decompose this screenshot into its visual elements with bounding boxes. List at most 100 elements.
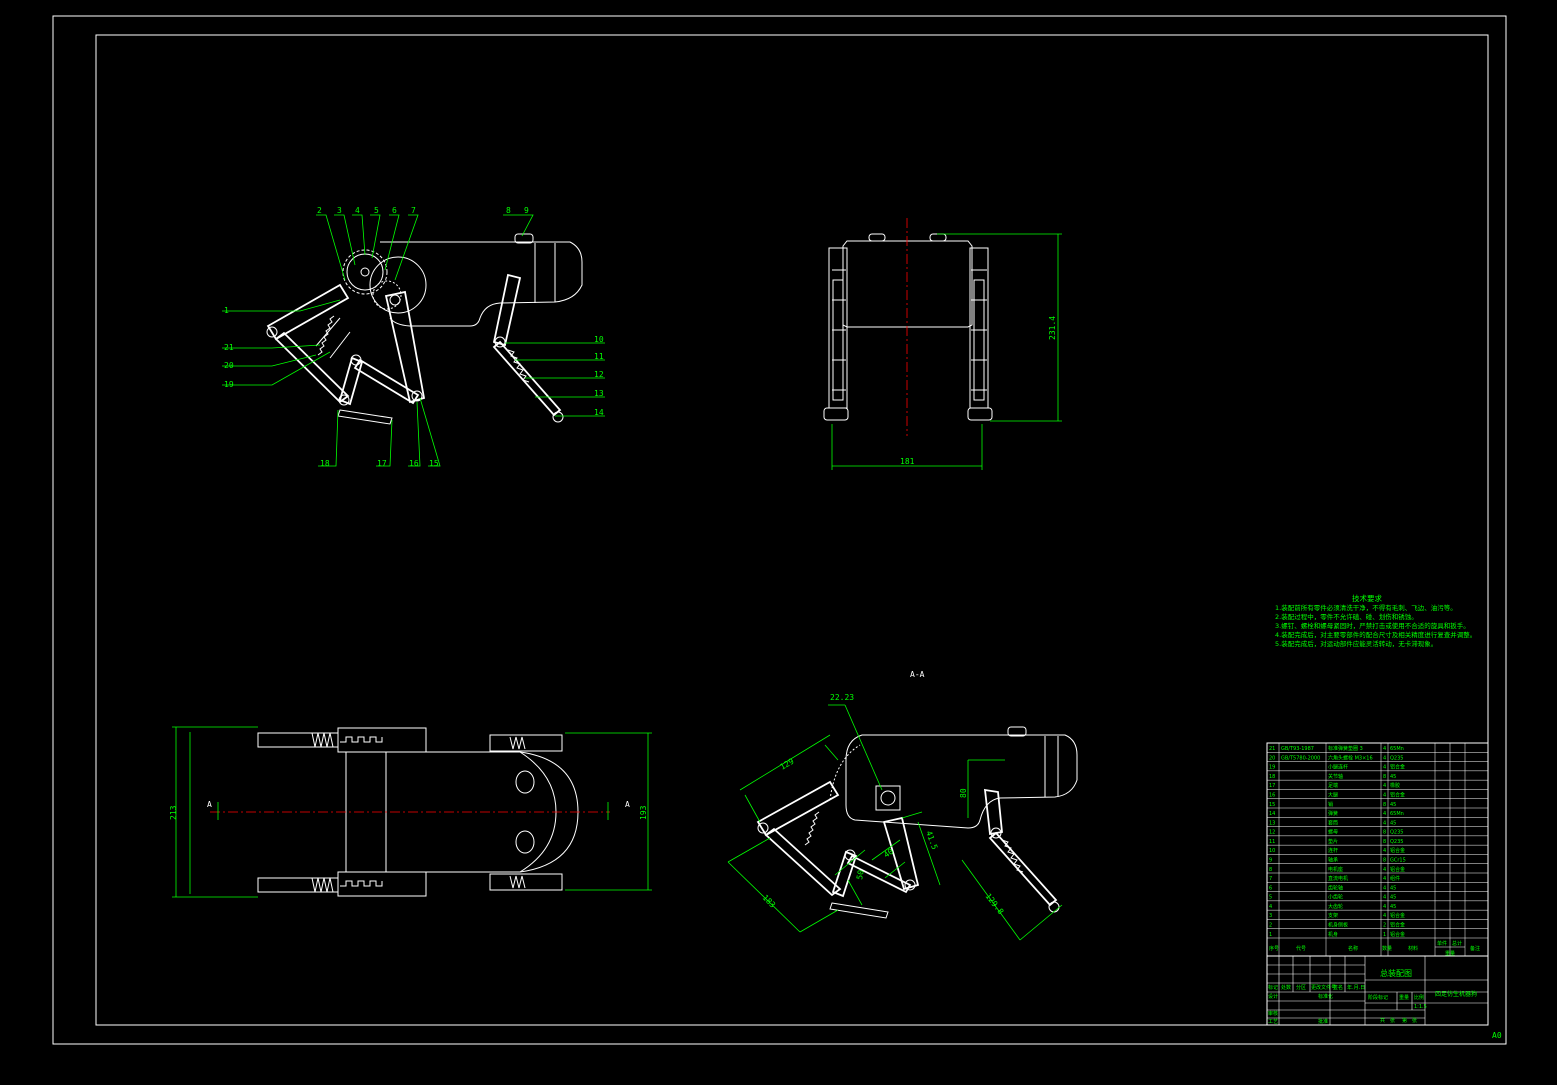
- section-view: A-A 22.23 129 183 50 40 80 41.5 129.8: [727, 670, 1078, 941]
- dim-height-231: 231.4: [1048, 316, 1057, 340]
- section-spring: [804, 811, 820, 846]
- section-label-right: A: [625, 800, 630, 809]
- bom-cell-material: 橡胶: [1390, 782, 1400, 789]
- bom-cell-no: 6: [1269, 885, 1272, 891]
- balloon-13: 13: [594, 389, 604, 398]
- top-view: 213 193 A A: [169, 726, 652, 898]
- balloon-15: 15: [429, 459, 439, 468]
- bom-cell-name: 大齿轮: [1328, 903, 1343, 910]
- bom-cell-name: 销: [1328, 801, 1333, 808]
- bom-cell-name: 大腿: [1328, 792, 1338, 799]
- bom-cell-qty: 4: [1383, 765, 1386, 771]
- dim-41-5: 41.5: [924, 830, 939, 851]
- balloon-3: 3: [337, 206, 342, 215]
- tb-review: 审核: [1268, 1010, 1278, 1017]
- bom-cell-material: 铝合金: [1390, 912, 1405, 919]
- bom-cell-qty: 4: [1383, 783, 1386, 789]
- bom-header-mat: 材料: [1408, 945, 1418, 952]
- large-gear: [342, 249, 388, 295]
- bom-cell-name: 小腿连杆: [1328, 764, 1348, 771]
- tb-count: 处数: [1281, 984, 1291, 991]
- outer-border: [52, 15, 1507, 1045]
- front-view-body: [842, 240, 973, 328]
- bom-cell-material: 45: [1390, 885, 1396, 891]
- bom-cell-name: 机身侧板: [1328, 922, 1348, 929]
- section-body: [845, 734, 1078, 829]
- bom-cell-no: 15: [1269, 802, 1275, 808]
- bom-cell-name: 电机座: [1328, 866, 1343, 873]
- front-link-a: [338, 356, 364, 406]
- bom-header-single: 单件: [1437, 940, 1447, 947]
- section-title: A-A: [910, 670, 925, 679]
- tb-stage: 阶段标记: [1368, 994, 1388, 1001]
- bom-cell-no: 8: [1269, 867, 1272, 873]
- bom-cell-qty: 4: [1383, 755, 1386, 761]
- drawing-name: 总装配图: [1380, 968, 1412, 978]
- bom-cell-material: 45: [1390, 802, 1396, 808]
- dim-193: 193: [639, 805, 648, 820]
- bom-header-name: 名称: [1348, 945, 1358, 952]
- bom-cell-material: 45: [1390, 820, 1396, 826]
- bom-cell-qty: 8: [1383, 802, 1386, 808]
- front-spring: [317, 315, 335, 356]
- tb-sign: 签名: [1333, 984, 1343, 991]
- bom-cell-material: 铝合金: [1390, 922, 1405, 929]
- tb-total-sheets: 共: [1380, 1017, 1385, 1024]
- bom-header-code: 代号: [1296, 945, 1306, 952]
- product-name: 四足仿生机器狗: [1435, 990, 1477, 998]
- bom-cell-material: 45: [1390, 774, 1396, 780]
- dim-129: 129: [779, 757, 796, 772]
- bom-cell-no: 19: [1269, 765, 1275, 771]
- bom-cell-qty: 4: [1383, 811, 1386, 817]
- front-foot-plate: [337, 409, 393, 425]
- bom-cell-no: 7: [1269, 876, 1272, 882]
- bom-cell-name: 套筒: [1328, 819, 1338, 826]
- tb-weight: 重量: [1399, 994, 1409, 1001]
- bom-cell-qty: 4: [1383, 820, 1386, 826]
- bom-cell-qty: 2: [1383, 923, 1386, 929]
- bom-cell-material: Q235: [1390, 839, 1403, 845]
- bom-cell-material: 铝合金: [1390, 792, 1405, 799]
- balloon-6: 6: [392, 206, 397, 215]
- dim-40: 40: [882, 847, 895, 860]
- tb-sheets-1: 张: [1390, 1017, 1395, 1024]
- bom-cell-no: 5: [1269, 895, 1272, 901]
- bom-cell-no: 16: [1269, 793, 1275, 799]
- bom-cell-material: 组件: [1390, 875, 1400, 882]
- bom-cell-name: 关节轴: [1328, 773, 1343, 780]
- tb-scale: 比例: [1414, 994, 1424, 1001]
- balloon-11: 11: [594, 352, 604, 361]
- bom-cell-material: Q235: [1390, 830, 1403, 836]
- balloon-1: 1: [224, 306, 229, 315]
- bom-cell-qty: 4: [1383, 746, 1386, 752]
- balloon-4: 4: [355, 206, 360, 215]
- bom-cell-qty: 4: [1383, 885, 1386, 891]
- bom-cell-material: 45: [1390, 904, 1396, 910]
- bom-cell-no: 13: [1269, 820, 1275, 826]
- bom-cell-name: 弹簧: [1328, 810, 1338, 817]
- tech-req-title: 技术要求: [1352, 593, 1382, 603]
- balloon-17: 17: [377, 459, 387, 468]
- balloon-12: 12: [594, 370, 604, 379]
- bom-cell-name: 螺母: [1328, 829, 1338, 836]
- bom-cell-no: 21: [1269, 746, 1275, 752]
- cad-drawing-canvas: A0 2 3 4 5 6 7 8 9 1 21 20 19 18 17 16 1…: [52, 15, 1507, 1045]
- bom-cell-material: 65Mn: [1390, 811, 1404, 817]
- bom-cell-qty: 4: [1383, 913, 1386, 919]
- bom-cell-qty: 1: [1383, 932, 1386, 938]
- balloon-8: 8: [506, 206, 511, 215]
- bom-cell-no: 18: [1269, 774, 1275, 780]
- section-label-left: A: [207, 800, 212, 809]
- bom-cell-name: 支架: [1328, 912, 1338, 919]
- bom-cell-material: 铝合金: [1390, 866, 1405, 873]
- bom-cell-name: 机身: [1328, 931, 1338, 938]
- bom-cell-name: 六角头螺栓 M3×16: [1328, 754, 1373, 761]
- balloon-19: 19: [224, 380, 234, 389]
- bom-table: 21 GB/T93-1987 标准弹簧垫圈 3 4 65Mn20 GB/T5780-200…: [1266, 742, 1489, 957]
- bom-cell-code: GB/T5780-2000: [1281, 755, 1320, 761]
- bom-cell-code: GB/T93-1987: [1281, 746, 1314, 752]
- section-motor: [875, 785, 901, 811]
- technical-requirements: 技术要求 1.装配前所有零件必须清洗干净，不得有毛刺、飞边、油污等。 2.装配过…: [1275, 593, 1476, 648]
- bom-cell-material: 65Mn: [1390, 746, 1404, 752]
- bom-cell-qty: 4: [1383, 895, 1386, 901]
